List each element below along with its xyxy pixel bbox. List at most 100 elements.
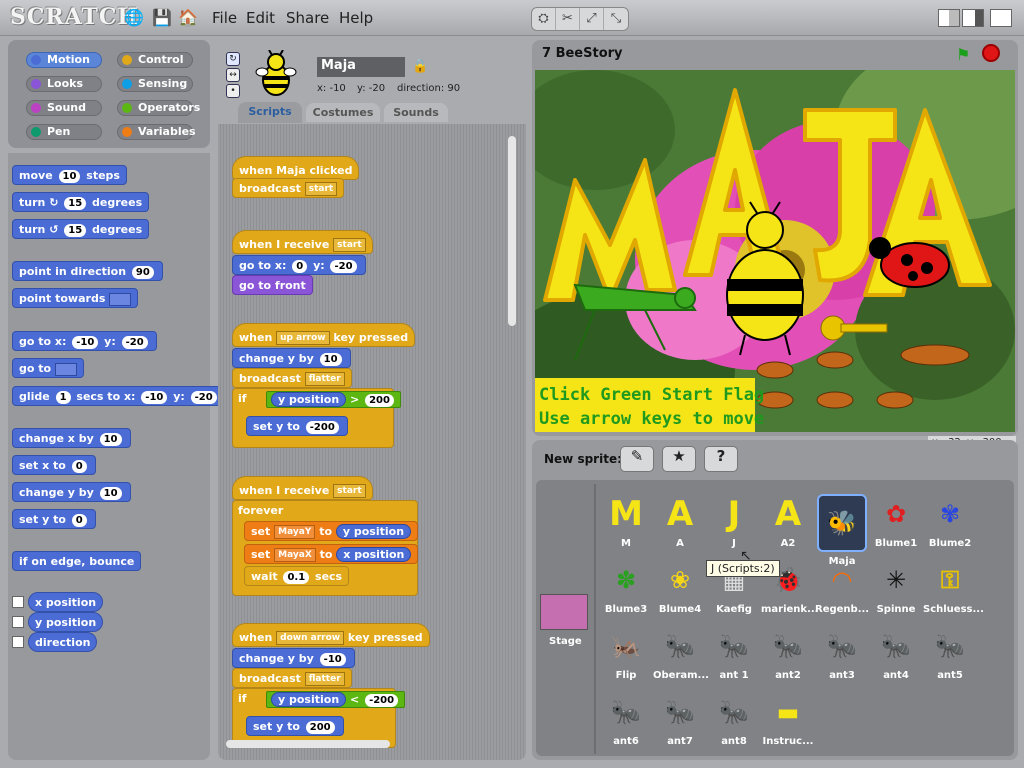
sprite-thumb-ant2[interactable]: 🐜 ant2 [761, 626, 815, 681]
block-change-x[interactable]: change x by 10 [12, 428, 131, 448]
checkbox-y-position[interactable] [12, 616, 24, 628]
menu-share[interactable]: Share [286, 9, 329, 27]
small-stage-mode-icon[interactable] [938, 9, 960, 27]
block-glide[interactable]: glide 1 secs to x: -10 y: -20 [12, 386, 226, 406]
horizontal-scrollbar[interactable] [226, 740, 390, 748]
block-turn-right[interactable]: turn ↻ 15 degrees [12, 192, 150, 212]
block-set-variable[interactable]: set MayaY to y position [244, 521, 419, 541]
checkbox-direction[interactable] [12, 636, 24, 648]
sprite-thumb-ant7[interactable]: 🐜 ant7 [653, 692, 707, 747]
sprite-thumb-m[interactable]: MM [599, 494, 653, 549]
sprite-thumb-ant6[interactable]: 🐜 ant6 [599, 692, 653, 747]
block-broadcast[interactable]: broadcast flatter [232, 368, 352, 388]
block-point-towards[interactable]: point towards [12, 288, 139, 308]
checkbox-x-position[interactable] [12, 596, 24, 608]
block-goto-xy[interactable]: go to x: -10 y: -20 [12, 331, 157, 351]
tab-scripts[interactable]: Scripts [238, 102, 302, 123]
hat-when-receive[interactable]: when I receive start [232, 230, 373, 254]
block-goto-xy[interactable]: go to x: 0 y: -20 [232, 255, 366, 275]
hat-when-receive-2[interactable]: when I receive start [232, 476, 373, 500]
block-broadcast[interactable]: broadcast start [232, 178, 345, 198]
tab-sounds[interactable]: Sounds [384, 103, 448, 122]
globe-icon[interactable]: 🌐 [124, 8, 144, 28]
rotate-mode-icon[interactable]: ↻ [226, 52, 240, 66]
menu-help[interactable]: Help [339, 9, 373, 27]
block-change-y[interactable]: change y by 10 [12, 482, 131, 502]
block-broadcast[interactable]: broadcast flatter [232, 668, 352, 688]
stage-canvas[interactable]: Click Green Start Flag Use arrow keys to… [535, 70, 1015, 432]
sprite-thumb-a2[interactable]: A A2 [761, 494, 815, 549]
paint-sprite-button[interactable]: ✎ [620, 446, 654, 472]
hat-when-key-up[interactable]: when up arrow key pressed [232, 323, 416, 347]
hat-when-clicked[interactable]: when Maja clicked [232, 156, 360, 180]
delete-scissors-icon[interactable]: ✂ [556, 8, 580, 30]
reporter-y-position[interactable]: y position [28, 612, 104, 632]
block-change-y[interactable]: change y by 10 [232, 348, 351, 368]
sprite-thumb-blume2[interactable]: ✾ Blume2 [923, 494, 977, 549]
block-move[interactable]: move 10 steps [12, 165, 127, 185]
category-operators[interactable]: Operators [117, 100, 200, 116]
sprite-thumb-ant5[interactable]: 🐜 ant5 [923, 626, 977, 681]
stop-icon[interactable] [982, 44, 1000, 62]
reporter-direction[interactable]: direction [28, 632, 98, 652]
no-rotate-icon[interactable]: • [226, 84, 240, 98]
sprite-thumb-blume3[interactable]: ✽ Blume3 [599, 560, 653, 615]
block-change-y[interactable]: change y by -10 [232, 648, 355, 668]
condition-less[interactable]: y position < -200 [266, 691, 406, 708]
shrink-icon[interactable]: ⤡ [604, 8, 628, 30]
block-set-variable[interactable]: set MayaX to x position [244, 544, 419, 564]
save-icon[interactable]: 💾 [152, 8, 172, 28]
category-pen[interactable]: Pen [26, 124, 102, 140]
sprite-thumb-schluess-[interactable]: ⚿ Schluess... [923, 560, 984, 615]
sprite-thumb-ant4[interactable]: 🐜 ant4 [869, 626, 923, 681]
choose-sprite-button[interactable]: ★ [662, 446, 696, 472]
sprite-thumb-flip[interactable]: 🦗 Flip [599, 626, 653, 681]
sprite-thumb-regenb-[interactable]: ◠ Regenb... [815, 560, 869, 615]
sprite-thumb-ant3[interactable]: 🐜 ant3 [815, 626, 869, 681]
category-variables[interactable]: Variables [117, 124, 196, 140]
condition-greater[interactable]: y position > 200 [266, 391, 401, 408]
sprite-thumb-ant8[interactable]: 🐜 ant8 [707, 692, 761, 747]
sprite-thumb-maja[interactable]: 🐝 Maja [815, 494, 869, 567]
category-sound[interactable]: Sound [26, 100, 102, 116]
sprite-thumb-oberam-[interactable]: 🐜 Oberam... [653, 626, 709, 681]
block-set-x[interactable]: set x to 0 [12, 455, 96, 475]
normal-stage-mode-icon[interactable] [962, 9, 984, 27]
sprite-thumb-a[interactable]: AA [653, 494, 707, 549]
block-set-y[interactable]: set y to 0 [12, 509, 96, 529]
hat-when-key-down[interactable]: when down arrow key pressed [232, 623, 430, 647]
lock-icon[interactable]: 🔒 [412, 59, 428, 74]
menu-edit[interactable]: Edit [246, 9, 275, 27]
vertical-scrollbar[interactable] [508, 136, 516, 326]
flip-mode-icon[interactable]: ↔ [226, 68, 240, 82]
random-sprite-button[interactable]: ? [704, 446, 738, 472]
block-goto[interactable]: go to [12, 358, 84, 378]
duplicate-icon[interactable]: ⛭ [532, 8, 556, 30]
stage-thumbnail[interactable] [540, 594, 588, 630]
sprite-thumb-j[interactable]: JJ [707, 494, 761, 549]
sprite-thumb-blume1[interactable]: ✿ Blume1 [869, 494, 923, 549]
menu-file[interactable]: File [212, 9, 237, 27]
reporter-x-position[interactable]: x position [28, 592, 104, 612]
block-set-y[interactable]: set y to 200 [246, 716, 344, 736]
block-bounce[interactable]: if on edge, bounce [12, 551, 142, 571]
block-set-y[interactable]: set y to -200 [246, 416, 348, 436]
sprite-name-field[interactable]: Maja [317, 57, 405, 77]
sprite-thumb-instruc-[interactable]: ▬ Instruc... [761, 692, 815, 747]
block-turn-left[interactable]: turn ↺ 15 degrees [12, 219, 150, 239]
green-flag-icon[interactable]: ⚑ [956, 45, 970, 64]
sprite-thumb-spinne[interactable]: ✳ Spinne [869, 560, 923, 615]
category-sensing[interactable]: Sensing [117, 76, 193, 92]
grow-icon[interactable]: ⤢ [580, 8, 604, 30]
sprite-thumb-blume4[interactable]: ❀ Blume4 [653, 560, 707, 615]
block-go-to-front[interactable]: go to front [232, 275, 313, 295]
share-project-icon[interactable]: 🏠 [178, 8, 198, 28]
block-wait[interactable]: wait 0.1 secs [244, 566, 350, 586]
category-looks[interactable]: Looks [26, 76, 102, 92]
block-point-direction[interactable]: point in direction 90 [12, 261, 163, 281]
presentation-mode-icon[interactable] [990, 9, 1012, 27]
sprite-thumb-ant-1[interactable]: 🐜 ant 1 [707, 626, 761, 681]
tab-costumes[interactable]: Costumes [306, 103, 380, 122]
category-control[interactable]: Control [117, 52, 193, 68]
category-motion[interactable]: Motion [26, 52, 102, 68]
